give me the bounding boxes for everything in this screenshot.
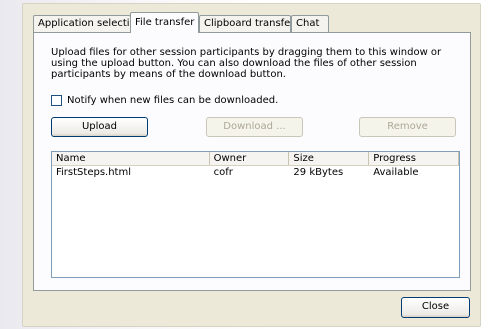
description-text: Upload files for other session participa… [51, 47, 442, 80]
cell-owner: cofr [213, 167, 233, 178]
tab-label: File transfer [135, 17, 195, 28]
column-header-progress[interactable]: Progress [369, 152, 459, 165]
file-list-header: Name Owner Size Progress [52, 152, 459, 166]
cell-size: 29 kBytes [293, 167, 344, 178]
cell-name: FirstSteps.html [56, 167, 131, 178]
download-button[interactable]: Download ... [206, 117, 303, 137]
tab-file-transfer[interactable]: File transfer [130, 12, 199, 33]
column-header-size[interactable]: Size [289, 152, 370, 165]
checkbox-box[interactable] [51, 95, 62, 106]
notify-checkbox[interactable]: Notify when new files can be downloaded. [51, 95, 278, 106]
upload-button[interactable]: Upload [51, 117, 148, 137]
tab-label: Clipboard transfer [204, 18, 295, 29]
tab-application-selection[interactable]: Application selection [33, 15, 142, 32]
cell-progress: Available [373, 167, 419, 178]
tab-chat[interactable]: Chat [291, 15, 329, 32]
file-list[interactable]: Name Owner Size Progress FirstSteps.html… [51, 151, 460, 278]
column-header-owner[interactable]: Owner [210, 152, 290, 165]
remove-button[interactable]: Remove [359, 117, 456, 137]
close-button[interactable]: Close [401, 297, 470, 318]
tab-label: Application selection [38, 18, 142, 29]
file-transfer-panel: Upload files for other session participa… [33, 32, 471, 291]
tab-label: Chat [296, 18, 320, 29]
column-header-name[interactable]: Name [52, 152, 210, 165]
notify-label: Notify when new files can be downloaded. [67, 95, 279, 106]
file-transfer-dialog: Application selection File transfer Clip… [22, 3, 481, 327]
tab-clipboard-transfer[interactable]: Clipboard transfer [199, 15, 295, 32]
table-row[interactable]: FirstSteps.html cofr 29 kBytes Available [52, 166, 459, 179]
